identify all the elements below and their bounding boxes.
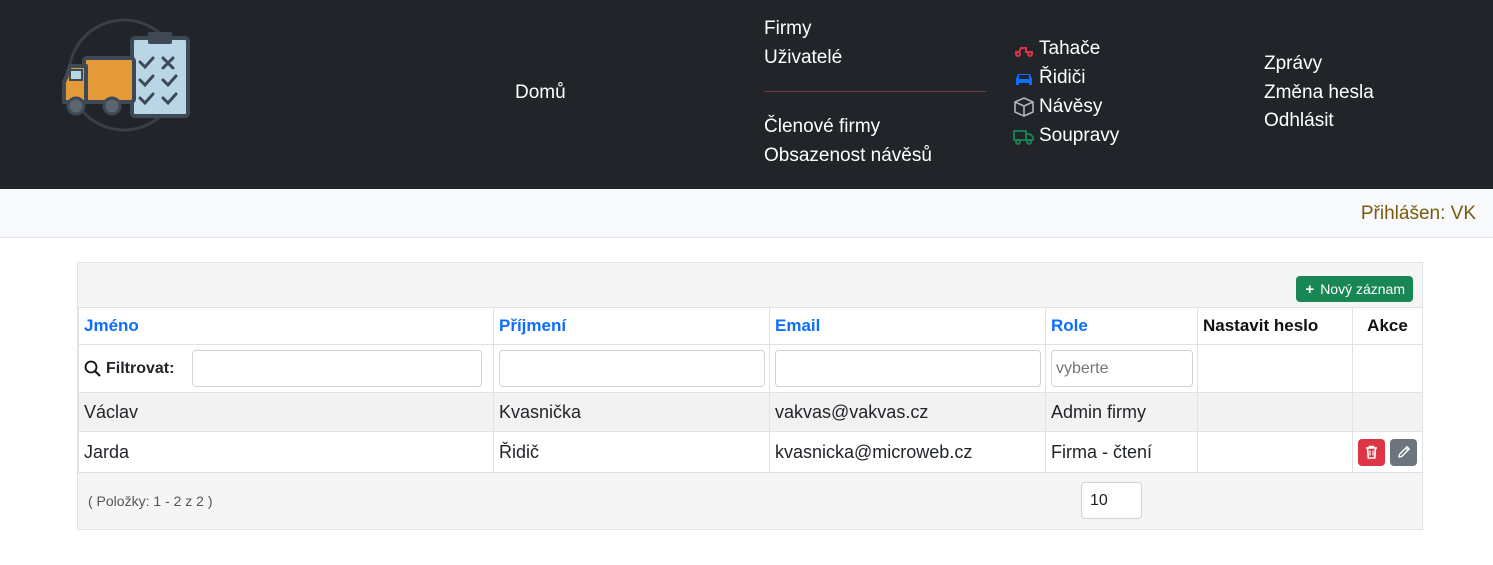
column-header-last-name[interactable]: Příjmení (493, 307, 770, 345)
filter-label-text: Filtrovat: (106, 359, 175, 377)
search-icon (84, 360, 101, 377)
nav-drivers-link[interactable]: Řidiči (1039, 66, 1085, 90)
cell-first-name: Jarda (78, 431, 494, 473)
cell-email: vakvas@vakvas.cz (769, 392, 1046, 432)
nav-tractors-link[interactable]: Tahače (1039, 37, 1100, 61)
trash-icon (1366, 445, 1377, 459)
column-header-actions: Akce (1352, 307, 1423, 345)
column-header-set-password: Nastavit heslo (1197, 307, 1353, 345)
new-record-button[interactable]: + Nový záznam (1296, 276, 1413, 302)
column-header-email[interactable]: Email (769, 307, 1046, 345)
column-header-role[interactable]: Role (1045, 307, 1198, 345)
filter-email-input[interactable] (775, 350, 1041, 387)
nav-combinations-link[interactable]: Soupravy (1039, 124, 1119, 148)
cell-role: Firma - čtení (1045, 431, 1198, 473)
users-grid: + Nový záznam Jméno Příjmení Email Role … (77, 262, 1423, 530)
car-icon (1016, 74, 1032, 85)
column-header-first-name[interactable]: Jméno (78, 307, 494, 345)
cell-set-password (1197, 392, 1353, 432)
top-navbar: Domů Firmy Uživatelé Členové firmy Obsaz… (0, 0, 1493, 189)
edit-button[interactable] (1390, 438, 1417, 466)
nav-home-link[interactable]: Domů (515, 81, 566, 105)
truck-icon (1013, 130, 1034, 145)
nav-change-password-link[interactable]: Změna hesla (1264, 81, 1374, 105)
logged-in-user: Přihlášen: VK (1360, 203, 1476, 224)
cell-first-name: Václav (78, 392, 494, 432)
users-table: Jméno Příjmení Email Role Nastavit heslo… (78, 307, 1423, 473)
cell-actions (1352, 431, 1423, 473)
tractor-truck-icon (1015, 47, 1033, 57)
filter-label: Filtrovat: (84, 360, 174, 378)
page-size-input[interactable] (1081, 482, 1142, 519)
filter-cell-email (769, 344, 1046, 393)
nav-companies-link[interactable]: Firmy (764, 17, 811, 41)
table-row[interactable]: Jarda Řidič kvasnicka@microweb.cz Firma … (78, 431, 1423, 473)
status-bar: Přihlášen: VK (0, 189, 1493, 238)
nav-users-link[interactable]: Uživatelé (764, 46, 842, 70)
nav-messages-link[interactable]: Zprávy (1264, 52, 1322, 76)
cell-last-name: Kvasnička (493, 392, 770, 432)
pencil-icon (1397, 446, 1410, 458)
table-row[interactable]: Václav Kvasnička vakvas@vakvas.cz Admin … (78, 392, 1423, 432)
new-record-label: Nový záznam (1320, 281, 1405, 297)
nav-trailers-link[interactable]: Návěsy (1039, 95, 1102, 119)
box-icon (1014, 97, 1034, 117)
delete-button[interactable] (1358, 438, 1385, 466)
nav-logout-link[interactable]: Odhlásit (1264, 109, 1334, 133)
nav-divider (764, 91, 986, 92)
filter-cell-role (1045, 344, 1198, 393)
cell-set-password (1197, 431, 1353, 473)
nav-trailer-occupancy-link[interactable]: Obsazenost návěsů (764, 144, 932, 168)
cell-role: Admin firmy (1045, 392, 1198, 432)
cell-last-name: Řidič (493, 431, 770, 473)
app-logo-truck-checklist-icon[interactable] (60, 16, 192, 134)
filter-cell-empty (1352, 344, 1423, 393)
filter-cell-first-name: Filtrovat: (78, 344, 494, 393)
filter-role-select[interactable] (1051, 350, 1193, 387)
filter-first-name-input[interactable] (192, 350, 483, 387)
pager-info: ( Položky: 1 - 2 z 2 ) (88, 493, 213, 509)
cell-email: kvasnicka@microweb.cz (769, 431, 1046, 473)
table-header-row: Jméno Příjmení Email Role Nastavit heslo… (78, 307, 1423, 345)
filter-cell-empty (1197, 344, 1353, 393)
nav-company-members-link[interactable]: Členové firmy (764, 115, 880, 139)
filter-row: Filtrovat: (78, 344, 1423, 393)
plus-icon: + (1305, 280, 1315, 298)
cell-actions (1352, 392, 1423, 432)
filter-last-name-input[interactable] (499, 350, 765, 387)
filter-cell-last-name (493, 344, 770, 393)
